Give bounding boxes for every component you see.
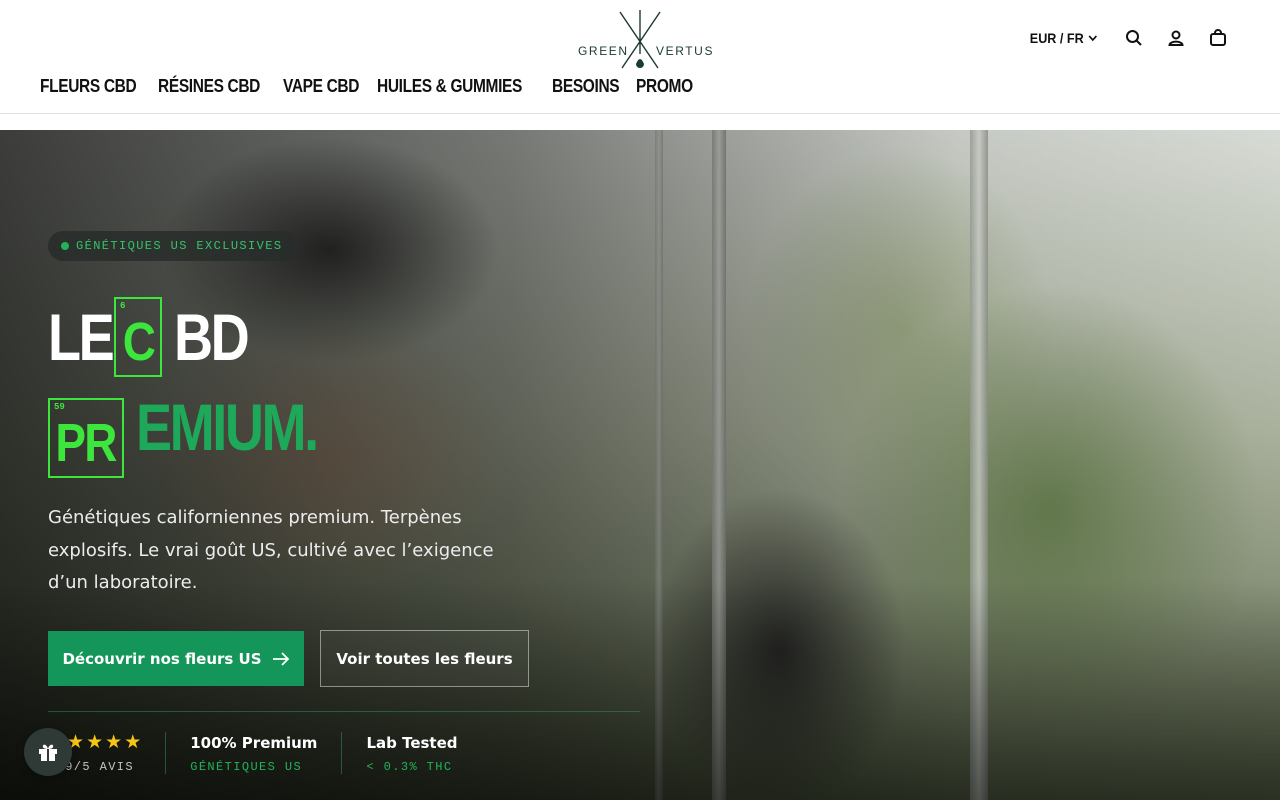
hero-banner: GÉNÉTIQUES US EXCLUSIVES LE 6 C BD 59 PR…	[0, 130, 1280, 800]
main-nav: FLEURS CBD RÉSINES CBD VAPE CBD HUILES &…	[40, 76, 693, 97]
trust-stats: ★★★★★ 4.9/5 AVIS 100% Premium GÉNÉTIQUES…	[48, 728, 482, 778]
nav-item-vape-cbd[interactable]: VAPE CBD	[283, 76, 359, 97]
stat-lab-tested: Lab Tested < 0.3% THC	[341, 732, 481, 774]
element-number: 6	[120, 301, 126, 311]
status-dot-icon	[61, 242, 69, 250]
cart-icon[interactable]	[1208, 28, 1228, 48]
header-actions: EUR / FR	[1026, 28, 1228, 48]
brand-name-right: VERTUS	[656, 44, 715, 58]
star-icon: ★	[86, 732, 104, 753]
periodic-element-carbon: 6 C	[114, 297, 162, 377]
heading-prefix: LE	[48, 300, 115, 374]
locale-selector[interactable]: EUR / FR	[1030, 30, 1098, 46]
stat-title: 100% Premium	[190, 734, 318, 752]
hero-badge: GÉNÉTIQUES US EXCLUSIVES	[48, 231, 297, 261]
view-all-flowers-button[interactable]: Voir toutes les fleurs	[320, 630, 529, 687]
stat-sub: GÉNÉTIQUES US	[190, 760, 303, 774]
hero-heading-line-2: 59 PR EMIUM.	[48, 390, 356, 480]
brand-name-left: GREEN	[578, 44, 629, 58]
heading-suffix: BD	[174, 300, 250, 374]
nav-item-huiles-gummies[interactable]: HUILES & GUMMIES	[377, 76, 522, 97]
stat-sub: < 0.3% THC	[366, 760, 453, 774]
nav-item-resines-cbd[interactable]: RÉSINES CBD	[158, 76, 260, 97]
search-icon[interactable]	[1124, 28, 1144, 48]
secondary-cta-label: Voir toutes les fleurs	[336, 649, 513, 668]
locale-label: EUR / FR	[1029, 30, 1084, 46]
nav-item-besoins[interactable]: BESOINS	[552, 76, 620, 97]
element-symbol: C	[122, 312, 155, 372]
rewards-gift-button[interactable]	[24, 728, 72, 776]
stat-title: Lab Tested	[366, 734, 458, 752]
periodic-element-praseodymium: 59 PR	[48, 398, 124, 478]
nav-item-promo[interactable]: PROMO	[636, 76, 693, 97]
element-symbol: PR	[55, 413, 118, 473]
hero-heading-line-1: LE 6 C BD	[48, 295, 263, 379]
primary-cta-label: Découvrir nos fleurs US	[62, 649, 262, 668]
hero-description: Génétiques californiennes premium. Terpè…	[48, 507, 494, 593]
star-icon: ★	[124, 732, 142, 753]
gift-icon	[39, 744, 57, 761]
site-header: GREEN VERTUS FLEURS CBD RÉSINES CBD VAPE…	[0, 0, 1280, 114]
brand-logo[interactable]: GREEN VERTUS	[572, 8, 712, 74]
logo-mark-icon	[619, 10, 661, 69]
hero-badge-label: GÉNÉTIQUES US EXCLUSIVES	[76, 239, 283, 253]
stat-premium: 100% Premium GÉNÉTIQUES US	[165, 732, 341, 774]
divider	[48, 711, 640, 712]
account-icon[interactable]	[1166, 28, 1186, 48]
heading-emphasis: EMIUM.	[136, 390, 319, 464]
discover-us-flowers-button[interactable]: Découvrir nos fleurs US	[48, 631, 304, 686]
nav-item-fleurs-cbd[interactable]: FLEURS CBD	[40, 76, 137, 97]
chevron-down-icon	[1088, 35, 1097, 42]
arrow-right-icon	[272, 651, 289, 666]
element-number: 59	[54, 402, 65, 412]
star-icon: ★	[105, 732, 123, 753]
